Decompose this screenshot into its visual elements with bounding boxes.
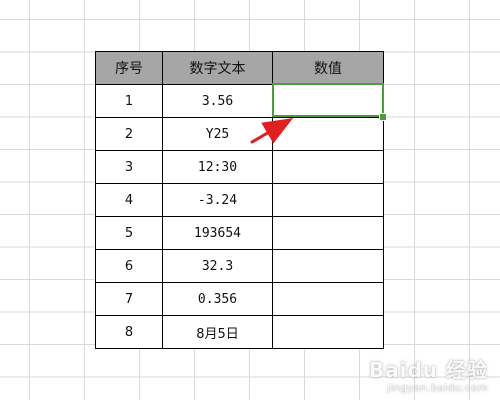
watermark-url: jingyan.baidu.com [387, 383, 488, 394]
baidu-jingyan-watermark: Baidu 经验 jingyan.baidu.com [369, 354, 488, 394]
red-arrow-annotation [250, 117, 294, 144]
arrow-line [250, 117, 294, 144]
watermark-logo-text: Baidu 经验 [368, 358, 488, 382]
